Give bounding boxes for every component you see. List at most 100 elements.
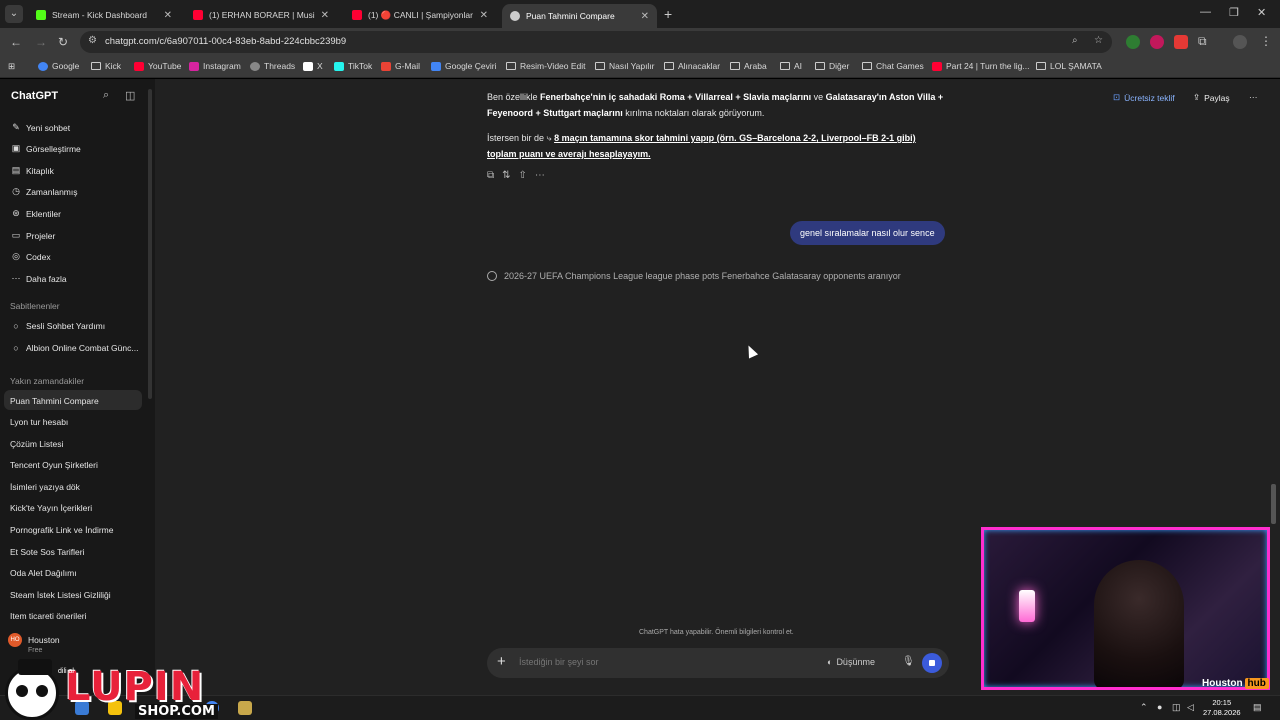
bookmark-folder[interactable]: Araba bbox=[730, 61, 767, 71]
bookmark-folder[interactable]: Nasıl Yapılır bbox=[595, 61, 655, 71]
close-tab-icon[interactable]: ✕ bbox=[480, 10, 488, 21]
bookmark-folder[interactable]: Alınacaklar bbox=[664, 61, 720, 71]
disclaimer-text: ChatGPT hata yapabilir. Önemli bilgileri… bbox=[639, 629, 794, 636]
site-info-icon[interactable]: ⚙ bbox=[88, 35, 97, 46]
sidebar-item-projects[interactable]: ▭ Projeler bbox=[10, 230, 138, 241]
sidebar-item-scheduled[interactable]: ◷ Zamanlanmış bbox=[10, 186, 138, 197]
tray-chevron-icon[interactable]: ⌃ bbox=[1140, 702, 1148, 713]
clock[interactable]: 20:15 27.08.2026 bbox=[1203, 698, 1241, 718]
recent-chat-item[interactable]: Steam İstek Listesi Gizliliği bbox=[10, 590, 140, 600]
volume-icon[interactable]: ◁ bbox=[1187, 702, 1194, 713]
tab-youtube-2[interactable]: (1) 🔴 CANLI | Şampiyonlar Lig ✕ bbox=[344, 4, 496, 26]
close-window-button[interactable]: ✕ bbox=[1257, 6, 1266, 19]
bookmark-x[interactable]: X bbox=[303, 61, 323, 71]
bold-text: Fenerbahçe'nin iç sahadaki Roma + Villar… bbox=[540, 92, 812, 102]
recent-chat-item[interactable]: Item ticareti önerileri bbox=[10, 611, 140, 621]
bookmark-translate[interactable]: Google Çeviri bbox=[431, 61, 497, 71]
more-icon[interactable]: ⋯ bbox=[535, 170, 545, 181]
zoom-icon[interactable]: ⌕ bbox=[1072, 35, 1078, 46]
tab-chatgpt[interactable]: Puan Tahmini Compare ✕ bbox=[502, 4, 657, 28]
league-icon[interactable] bbox=[238, 701, 252, 715]
folder-icon bbox=[91, 62, 101, 70]
tab-youtube-1[interactable]: (1) ERHAN BORAER | Music Play ✕ bbox=[185, 4, 337, 26]
recent-chat-item[interactable]: Lyon tur hesabı bbox=[10, 417, 140, 427]
bookmark-instagram[interactable]: Instagram bbox=[189, 61, 241, 71]
extension-icon[interactable] bbox=[1174, 35, 1188, 49]
extension-shield-icon[interactable] bbox=[1126, 35, 1140, 49]
sidebar-item-plugins[interactable]: ⊛ Eklentiler bbox=[10, 208, 138, 219]
tab-kick[interactable]: Stream - Kick Dashboard ✕ bbox=[28, 4, 180, 26]
back-icon[interactable]: ← bbox=[10, 35, 22, 49]
feedback-icon[interactable]: ⇅ bbox=[502, 170, 510, 181]
close-tab-icon[interactable]: ✕ bbox=[641, 11, 649, 22]
url-text[interactable]: chatgpt.com/c/6a907011-00c4-83eb-8abd-22… bbox=[105, 36, 346, 47]
add-attachment-icon[interactable]: + bbox=[497, 653, 506, 670]
bookmark-threads[interactable]: Threads bbox=[250, 61, 295, 71]
sidebar-scrollbar[interactable] bbox=[148, 89, 152, 399]
bookmark-youtube[interactable]: Part 24 | Turn the lig... bbox=[932, 61, 1029, 71]
sidebar-toggle-icon[interactable]: ◫ bbox=[125, 89, 135, 102]
share-button[interactable]: ⇪ Paylaş bbox=[1193, 92, 1230, 103]
more-options-icon[interactable]: ⋯ bbox=[1249, 92, 1258, 103]
bookmark-star-icon[interactable]: ☆ bbox=[1094, 35, 1103, 46]
close-tab-icon[interactable]: ✕ bbox=[321, 10, 329, 21]
search-status: 2026-27 UEFA Champions League league pha… bbox=[487, 271, 901, 281]
cam-name: Houston bbox=[1202, 678, 1243, 689]
recent-chat-item[interactable]: Çözüm Listesi bbox=[10, 439, 140, 449]
share-icon[interactable]: ⇧ bbox=[519, 170, 527, 181]
bookmark-tiktok[interactable]: TikTok bbox=[334, 61, 372, 71]
recent-chat-item[interactable]: Et Sote Sos Tarifleri bbox=[10, 547, 140, 557]
notification-icon[interactable]: ▤ bbox=[1253, 702, 1262, 713]
copy-icon[interactable]: ⧉ bbox=[487, 170, 494, 181]
bookmark-google[interactable]: Google bbox=[38, 61, 79, 71]
extensions-puzzle-icon[interactable]: ⧉ bbox=[1198, 34, 1207, 49]
tab-search-icon[interactable]: ⌄ bbox=[5, 5, 23, 23]
new-tab-button[interactable]: + bbox=[664, 6, 672, 22]
recent-chat-item[interactable]: Puan Tahmini Compare bbox=[10, 396, 140, 406]
recent-chat-item[interactable]: Pornografik Link ve İndirme bbox=[10, 525, 140, 535]
url-bar[interactable]: ⚙ chatgpt.com/c/6a907011-00c4-83eb-8abd-… bbox=[80, 31, 1112, 53]
restore-button[interactable]: ❐ bbox=[1229, 6, 1239, 19]
pinned-item[interactable]: ○ Sesli Sohbet Yardımı bbox=[10, 321, 138, 331]
sidebar-item-more[interactable]: ⋯ Daha fazla bbox=[10, 273, 138, 284]
sidebar-item-library[interactable]: ▤ Kitaplık bbox=[10, 165, 138, 176]
network-icon[interactable]: ◫ bbox=[1172, 702, 1181, 713]
minimize-button[interactable]: — bbox=[1200, 6, 1211, 18]
microphone-icon[interactable]: 🎙 bbox=[902, 656, 915, 667]
apps-grid-icon[interactable]: ⊞ bbox=[8, 61, 15, 72]
x-icon bbox=[303, 61, 313, 71]
forward-icon[interactable]: → bbox=[35, 35, 47, 49]
recent-chat-item[interactable]: Kick'te Yayın İçerikleri bbox=[10, 503, 140, 513]
menu-kebab-icon[interactable]: ⋮ bbox=[1260, 34, 1272, 48]
recent-chat-item[interactable]: Tencent Oyun Şirketleri bbox=[10, 460, 140, 470]
pinned-item[interactable]: ○ Albion Online Combat Günc... bbox=[10, 343, 140, 353]
bookmark-folder[interactable]: LOL ŞAMATA bbox=[1036, 61, 1102, 71]
sidebar-title[interactable]: ChatGPT bbox=[11, 90, 58, 102]
folder-icon bbox=[506, 62, 516, 70]
user-profile[interactable]: HO Houston bbox=[8, 633, 60, 647]
mic-icon[interactable]: ● bbox=[1157, 702, 1162, 712]
sidebar-item-codex[interactable]: ◎ Codex bbox=[10, 251, 138, 262]
close-tab-icon[interactable]: ✕ bbox=[164, 10, 172, 21]
main-scrollbar[interactable] bbox=[1271, 484, 1276, 524]
bookmark-folder[interactable]: Diğer bbox=[815, 61, 849, 71]
recent-chat-item[interactable]: İsimleri yazıya dök bbox=[10, 482, 140, 492]
bookmark-gmail[interactable]: G-Mail bbox=[381, 61, 420, 71]
search-icon[interactable]: ⌕ bbox=[103, 89, 109, 102]
prompt-input[interactable] bbox=[519, 657, 799, 667]
profile-avatar[interactable] bbox=[1233, 35, 1247, 49]
sidebar-item-images[interactable]: ▣ Görselleştirme bbox=[10, 143, 138, 154]
bookmark-folder[interactable]: AI bbox=[780, 61, 802, 71]
recent-chat-item[interactable]: Oda Alet Dağılımı bbox=[10, 568, 140, 578]
thinking-toggle[interactable]: ◐ Düşünme bbox=[827, 657, 875, 667]
sidebar-item-label: Projeler bbox=[26, 230, 56, 241]
bookmark-kick[interactable]: Kick bbox=[91, 61, 121, 71]
bookmark-folder[interactable]: Resim-Video Edit bbox=[506, 61, 586, 71]
sidebar-item-new-chat[interactable]: ✎ Yeni sohbet bbox=[10, 122, 138, 133]
extension-icon[interactable] bbox=[1150, 35, 1164, 49]
reload-icon[interactable]: ↻ bbox=[58, 35, 68, 49]
bookmark-youtube[interactable]: YouTube bbox=[134, 61, 181, 71]
stop-generating-button[interactable] bbox=[922, 653, 942, 673]
free-offer-button[interactable]: ⊡ Ücretsiz teklif bbox=[1113, 92, 1175, 103]
bookmark-folder[interactable]: Chat Games bbox=[862, 61, 924, 71]
